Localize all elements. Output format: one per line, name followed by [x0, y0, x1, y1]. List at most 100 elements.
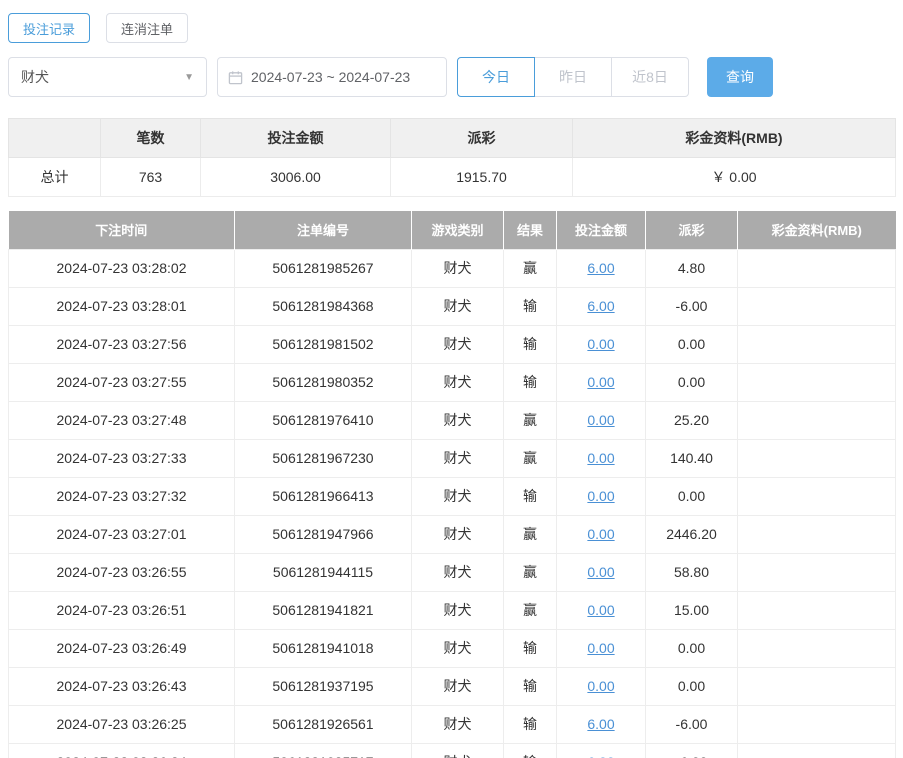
table-row: 2024-07-23 03:28:02 5061281985267 财犬 赢 6…	[8, 248, 896, 288]
bet-amount-link[interactable]: 0.00	[587, 564, 614, 580]
bet-id: 5061281947966	[234, 514, 412, 554]
game-type: 财犬	[411, 476, 504, 516]
summary-header-row: 笔数 投注金额 派彩 彩金资料(RMB)	[8, 118, 896, 158]
filter-bar: 财犬 ▼ 2024-07-23 ~ 2024-07-23 今日 昨日 近8日 查…	[8, 57, 895, 97]
bet-amount-cell: 6.00	[556, 286, 646, 326]
bet-time: 2024-07-23 03:26:55	[8, 552, 235, 592]
bet-id: 5061281926561	[234, 704, 412, 744]
chevron-down-icon: ▼	[184, 71, 194, 83]
bet-time: 2024-07-23 03:27:56	[8, 324, 235, 364]
bet-result: 输	[503, 666, 557, 706]
quick-date-group: 今日 昨日 近8日	[457, 57, 689, 97]
bet-amount-link[interactable]: 0.00	[587, 488, 614, 504]
bet-result: 输	[503, 362, 557, 402]
bet-time: 2024-07-23 03:26:49	[8, 628, 235, 668]
table-row: 2024-07-23 03:26:55 5061281944115 财犬 赢 0…	[8, 552, 896, 592]
bet-id: 5061281966413	[234, 476, 412, 516]
bet-amount-link[interactable]: 0.00	[587, 450, 614, 466]
bet-id: 5061281941821	[234, 590, 412, 630]
game-type: 财犬	[411, 324, 504, 364]
bonus	[737, 400, 896, 440]
table-row: 2024-07-23 03:27:55 5061281980352 财犬 输 0…	[8, 362, 896, 402]
page: 投注记录 连消注单 财犬 ▼ 2024-07-23 ~ 2024-07-23 今…	[0, 0, 903, 758]
bet-time: 2024-07-23 03:28:02	[8, 248, 235, 288]
bet-amount-link[interactable]: 0.00	[587, 640, 614, 656]
bet-amount-cell: 6.00	[556, 248, 646, 288]
bet-amount-cell: 0.00	[556, 552, 646, 592]
game-select[interactable]: 财犬 ▼	[8, 57, 207, 97]
payout: 25.20	[645, 400, 738, 440]
payout: -6.00	[645, 704, 738, 744]
bet-amount-cell: 0.00	[556, 514, 646, 554]
bonus	[737, 628, 896, 668]
table-row: 2024-07-23 03:27:56 5061281981502 财犬 输 0…	[8, 324, 896, 364]
bet-amount-cell: 0.00	[556, 324, 646, 364]
bet-amount-cell: 6.00	[556, 742, 646, 758]
quick-today-button[interactable]: 今日	[457, 57, 535, 97]
date-range-value: 2024-07-23 ~ 2024-07-23	[251, 69, 411, 85]
summary-total-count: 763	[100, 157, 201, 197]
payout: 0.00	[645, 666, 738, 706]
bonus	[737, 248, 896, 288]
table-row: 2024-07-23 03:27:48 5061281976410 财犬 赢 0…	[8, 400, 896, 440]
bet-amount-link[interactable]: 6.00	[587, 298, 614, 314]
bet-id: 5061281941018	[234, 628, 412, 668]
bet-amount-link[interactable]: 0.00	[587, 374, 614, 390]
bet-amount-link[interactable]: 6.00	[587, 716, 614, 732]
bet-amount-link[interactable]: 6.00	[587, 754, 614, 758]
summary-total-row: 总计 763 3006.00 1915.70 ￥ 0.00	[8, 157, 896, 197]
game-type: 财犬	[411, 666, 504, 706]
quick-last8days-button[interactable]: 近8日	[611, 57, 689, 97]
bet-amount-link[interactable]: 0.00	[587, 336, 614, 352]
bonus	[737, 590, 896, 630]
bet-time: 2024-07-23 03:28:01	[8, 286, 235, 326]
bet-amount-link[interactable]: 0.00	[587, 602, 614, 618]
bet-result: 输	[503, 628, 557, 668]
bet-result: 赢	[503, 438, 557, 478]
bet-id: 5061281937195	[234, 666, 412, 706]
game-type: 财犬	[411, 590, 504, 630]
table-row: 2024-07-23 03:27:01 5061281947966 财犬 赢 0…	[8, 514, 896, 554]
bet-id: 5061281985267	[234, 248, 412, 288]
search-button[interactable]: 查询	[707, 57, 773, 97]
bet-amount-link[interactable]: 0.00	[587, 678, 614, 694]
header-bonus: 彩金资料(RMB)	[737, 211, 896, 249]
game-type: 财犬	[411, 628, 504, 668]
bet-time: 2024-07-23 03:27:33	[8, 438, 235, 478]
bet-amount-link[interactable]: 0.00	[587, 526, 614, 542]
bonus	[737, 286, 896, 326]
bet-table-body: 2024-07-23 03:28:02 5061281985267 财犬 赢 6…	[8, 248, 896, 758]
quick-yesterday-button[interactable]: 昨日	[534, 57, 612, 97]
bet-amount-cell: 0.00	[556, 628, 646, 668]
bet-amount-cell: 0.00	[556, 362, 646, 402]
bet-result: 输	[503, 324, 557, 364]
bet-result: 赢	[503, 514, 557, 554]
bet-amount-cell: 0.00	[556, 476, 646, 516]
date-range-input[interactable]: 2024-07-23 ~ 2024-07-23	[217, 57, 447, 97]
summary-total-payout: 1915.70	[390, 157, 573, 197]
bet-amount-link[interactable]: 6.00	[587, 260, 614, 276]
bonus	[737, 324, 896, 364]
table-row: 2024-07-23 03:26:25 5061281926561 财犬 输 6…	[8, 704, 896, 744]
bet-amount-cell: 0.00	[556, 666, 646, 706]
summary-header-blank	[8, 118, 101, 158]
payout: 0.00	[645, 476, 738, 516]
game-type: 财犬	[411, 514, 504, 554]
calendar-icon	[228, 70, 243, 84]
bet-time: 2024-07-23 03:27:48	[8, 400, 235, 440]
tab-cancelled-bets[interactable]: 连消注单	[106, 13, 189, 43]
payout: -6.00	[645, 286, 738, 326]
payout: 0.00	[645, 324, 738, 364]
tab-bet-records[interactable]: 投注记录	[8, 13, 91, 43]
table-row: 2024-07-23 03:27:33 5061281967230 财犬 赢 0…	[8, 438, 896, 478]
table-row: 2024-07-23 03:26:49 5061281941018 财犬 输 0…	[8, 628, 896, 668]
bet-time: 2024-07-23 03:27:55	[8, 362, 235, 402]
bet-id: 5061281984368	[234, 286, 412, 326]
summary-total-label: 总计	[8, 157, 101, 197]
table-row: 2024-07-23 03:26:24 5061281925717 财犬 输 6…	[8, 742, 896, 758]
bet-amount-link[interactable]: 0.00	[587, 412, 614, 428]
bet-id: 5061281925717	[234, 742, 412, 758]
bet-table-header-row: 下注时间 注单编号 游戏类别 结果 投注金额 派彩 彩金资料(RMB)	[8, 211, 896, 249]
game-type: 财犬	[411, 438, 504, 478]
payout: 0.00	[645, 628, 738, 668]
